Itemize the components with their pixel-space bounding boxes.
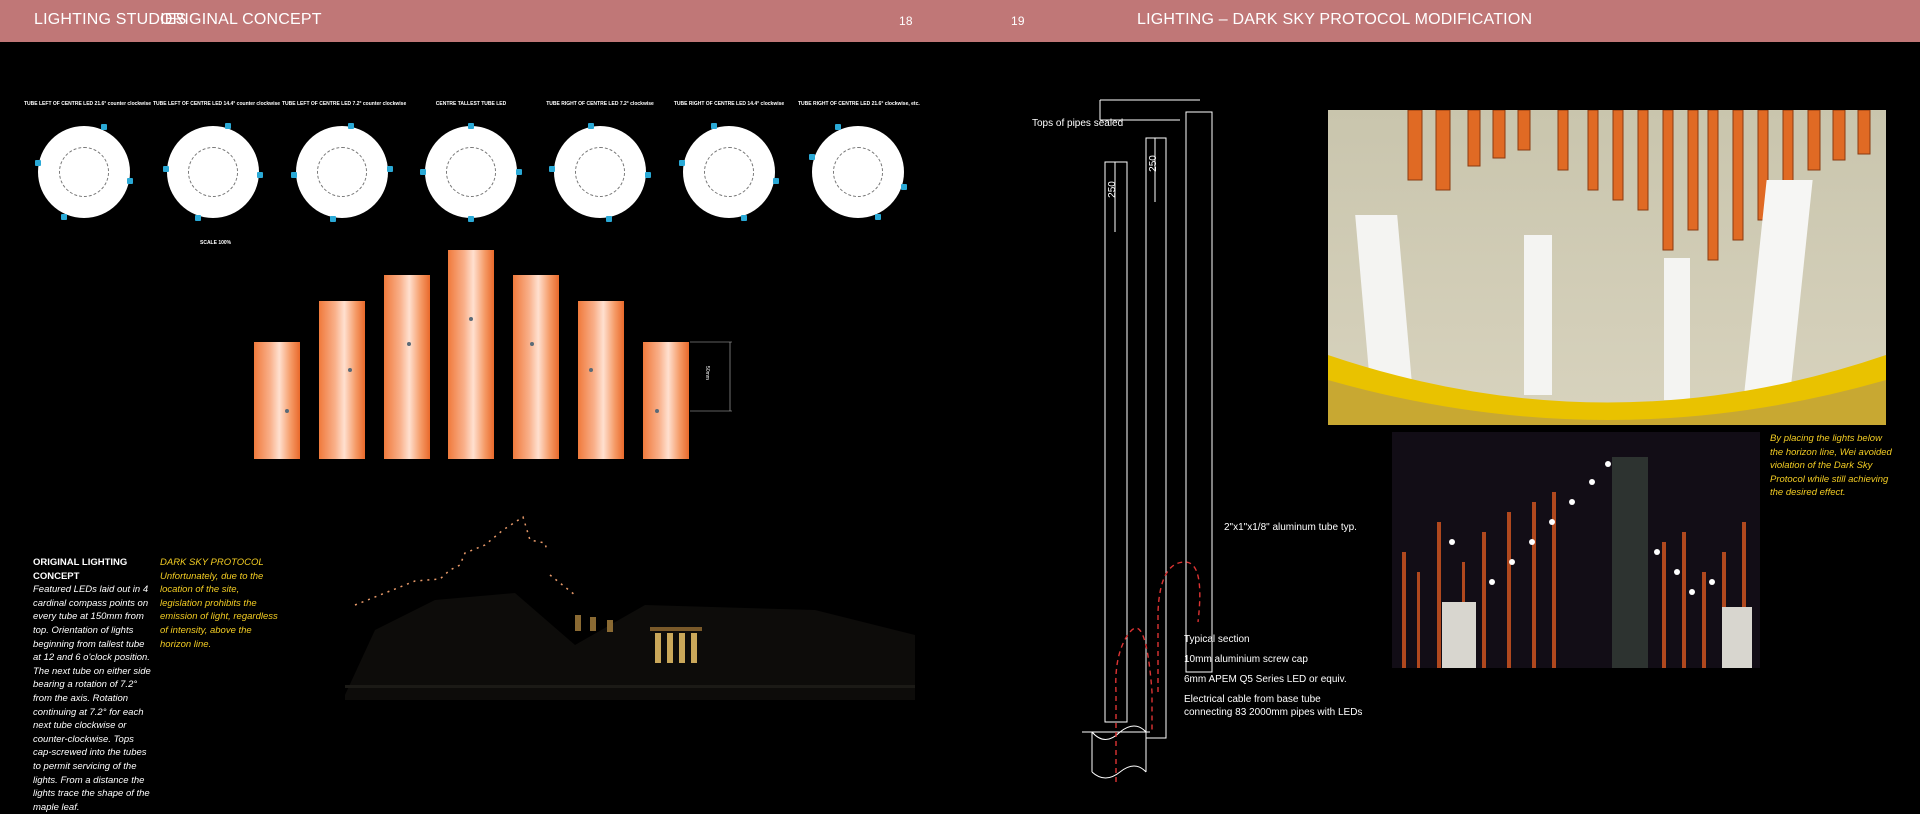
original-concept-body: Featured LEDs laid out in 4 cardinal com…	[33, 584, 151, 813]
rotation-label: TUBE LEFT OF CENTRE LED 7.2° counter clo…	[282, 101, 407, 107]
dimension-250-right: 250	[1147, 155, 1159, 172]
original-concept-heading: ORIGINAL LIGHTING CONCEPT	[33, 557, 128, 582]
tube-plan-circle	[35, 124, 133, 220]
rotation-label: TUBE LEFT OF CENTRE LED 21.6° counter cl…	[24, 101, 152, 107]
header-band: LIGHTING STUDIES ORIGINAL CONCEPT 18 19 …	[0, 0, 1920, 42]
original-concept-text: ORIGINAL LIGHTING CONCEPT Featured LEDs …	[33, 556, 151, 814]
tube-elevation	[448, 250, 494, 459]
caption-text: By placing the lights below the horizon …	[1770, 433, 1892, 499]
note-typical-section: Typical section	[1184, 634, 1250, 645]
right-title: LIGHTING – DARK SKY PROTOCOL MODIFICATIO…	[1137, 11, 1533, 28]
note-cable-line2: connecting 83 2000mm pipes with LEDs	[1184, 707, 1363, 718]
night-tube-photo	[1392, 432, 1760, 668]
tube-plan-circle	[291, 123, 393, 222]
note-screw-cap: 10mm aluminium screw cap	[1184, 654, 1308, 665]
tube-render-image	[1328, 110, 1886, 425]
tube-plan-circle	[549, 123, 651, 222]
dimension-label: 50mm	[703, 366, 710, 380]
note-cable-line1: Electrical cable from base tube	[1184, 694, 1321, 705]
left-subtitle: ORIGINAL CONCEPT	[160, 11, 322, 28]
tube-elevation	[578, 301, 624, 459]
tube-plan-circle	[679, 123, 779, 221]
tube-elevation	[384, 275, 430, 459]
rotation-label: TUBE LEFT OF CENTRE LED 14.4° counter cl…	[153, 101, 281, 107]
note-tops-sealed: Tops of pipes sealed	[1032, 118, 1124, 129]
dark-sky-heading: DARK SKY PROTOCOL	[160, 557, 264, 568]
tube-elevation	[513, 275, 559, 459]
tube-plan-circle	[809, 124, 907, 220]
dark-sky-body: Unfortunately, due to the location of th…	[160, 570, 278, 650]
page-number-left: 18	[899, 14, 913, 28]
dimension-bracket	[690, 341, 732, 412]
tube-plan-circle	[163, 123, 263, 221]
rotation-label: TUBE RIGHT OF CENTRE LED 7.2° clockwise	[546, 101, 654, 107]
dimension-250-left: 250	[1106, 181, 1118, 198]
tube-elevation	[319, 301, 365, 459]
rotation-label: TUBE RIGHT OF CENTRE LED 21.6° clockwise…	[798, 101, 920, 107]
night-building-photo	[345, 495, 915, 700]
rotation-label: CENTRE TALLEST TUBE LED	[435, 101, 507, 107]
page-number-right: 19	[1011, 14, 1025, 28]
tube-elevation	[254, 342, 300, 459]
scale-label: SCALE 100%	[200, 240, 232, 246]
rotation-label: TUBE RIGHT OF CENTRE LED 14.4° clockwise	[673, 101, 785, 107]
tube-plan-circle	[420, 123, 522, 222]
note-led: 6mm APEM Q5 Series LED or equiv.	[1184, 674, 1347, 685]
dark-sky-text: DARK SKY PROTOCOL Unfortunately, due to …	[160, 556, 278, 651]
note-aluminum-tube: 2"x1"x1/8" aluminum tube typ.	[1224, 522, 1357, 533]
